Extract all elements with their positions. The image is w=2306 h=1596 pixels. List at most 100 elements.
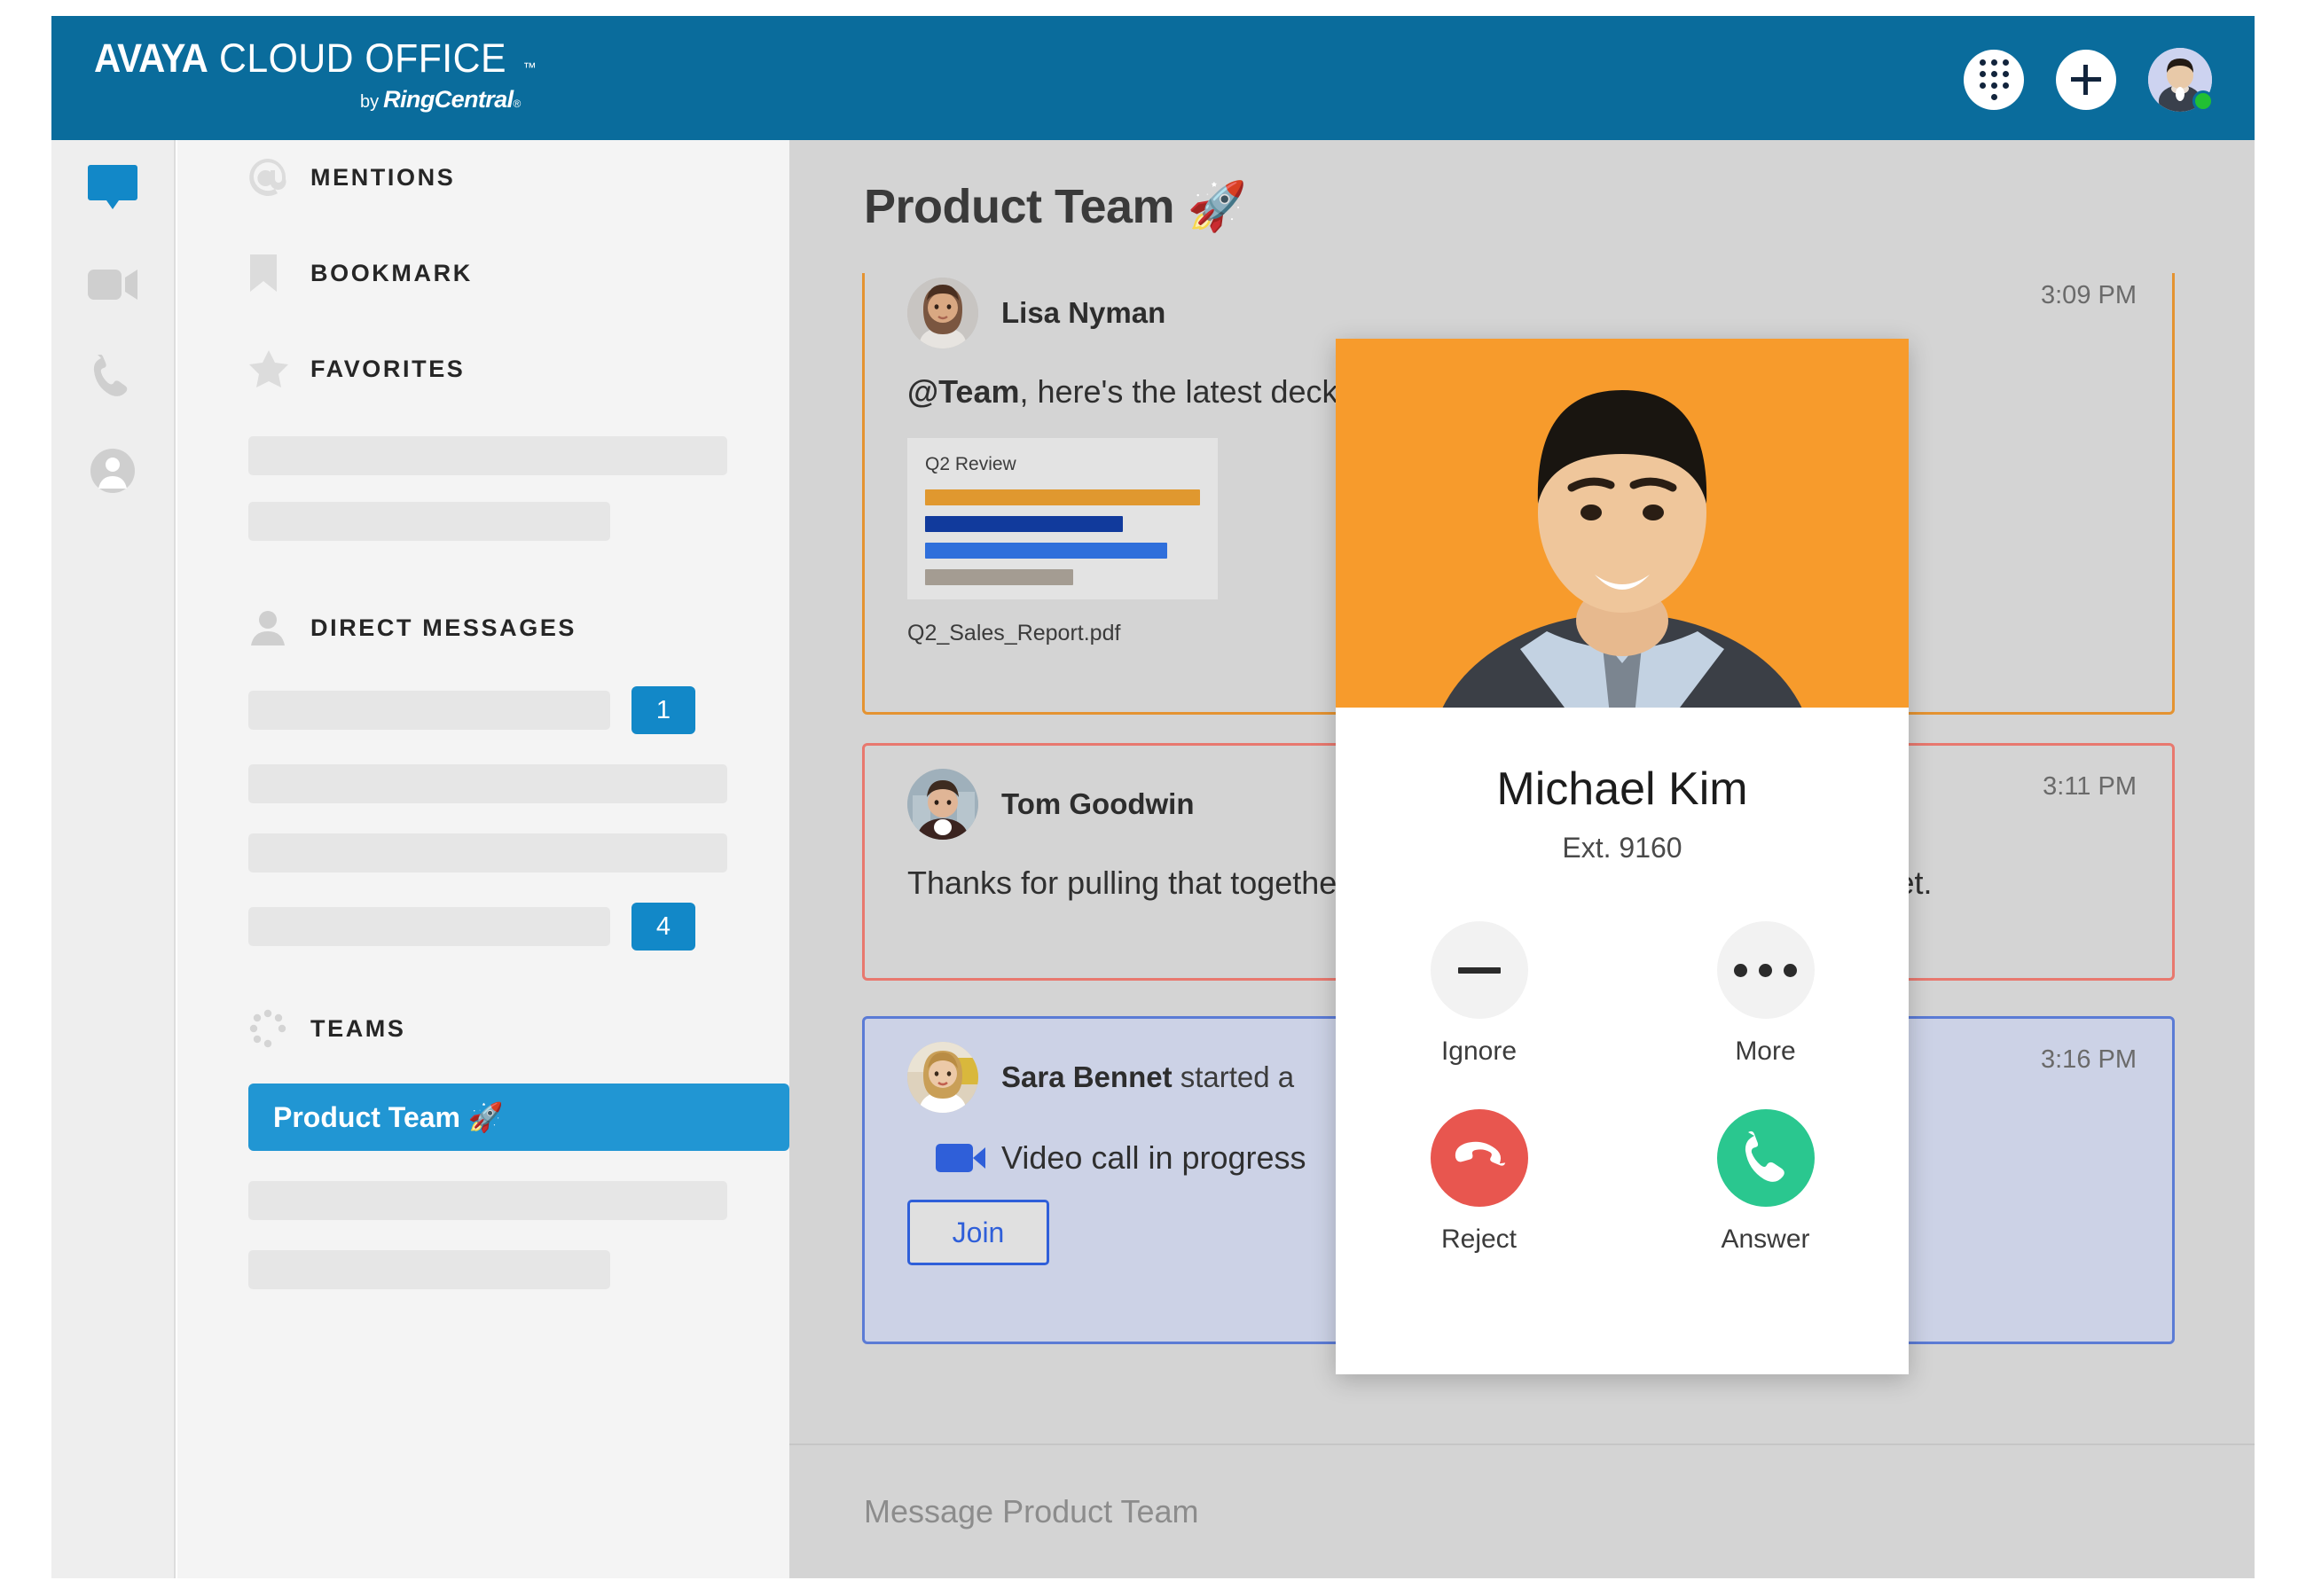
sidebar-placeholder-row[interactable] xyxy=(248,502,610,541)
contact-person-icon xyxy=(90,449,135,493)
reject-call-action[interactable]: Reject xyxy=(1336,1109,1622,1255)
teams-dots-icon xyxy=(248,1009,294,1048)
chart-title: Q2 Review xyxy=(925,454,1016,474)
phone-down-icon xyxy=(1455,1141,1505,1166)
dialpad-icon xyxy=(1979,59,2009,100)
incoming-call-popup[interactable]: Michael Kim Ext. 9160 Ignore More Reject… xyxy=(1336,339,1909,1374)
logo-cloud-office-text: CLOUD OFFICE xyxy=(218,35,506,81)
message-author: Sara Bennet started a xyxy=(1001,1060,1295,1093)
message-input-placeholder: Message Product Team xyxy=(864,1493,1199,1530)
more-button[interactable] xyxy=(1716,921,1815,1019)
more-label: More xyxy=(1735,1037,1796,1066)
answer-call-action[interactable]: Answer xyxy=(1622,1109,1909,1255)
profile-avatar-button[interactable] xyxy=(2148,48,2214,112)
person-icon xyxy=(248,608,294,647)
chart-bar xyxy=(925,543,1167,559)
sidebar: MENTIONS BOOKMARK FAVORITES DIRECT MESSA… xyxy=(177,140,789,1578)
minus-icon xyxy=(1457,966,1501,974)
logo-avaya-text: AVAYA xyxy=(94,35,208,81)
logo-ringcentral-text: RingCentral xyxy=(383,86,514,113)
lisa-nyman-photo-icon xyxy=(907,278,978,348)
message-text-rest: , here's the latest deck xyxy=(1019,373,1338,410)
message-bubble-icon xyxy=(88,165,137,209)
plus-icon xyxy=(2071,65,2101,95)
caller-name: Michael Kim xyxy=(1496,763,1748,815)
sidebar-item-favorites[interactable]: FAVORITES xyxy=(177,340,789,397)
registered-icon: ® xyxy=(513,98,522,110)
attachment-preview-chart[interactable]: Q2 Review xyxy=(907,438,1218,599)
chart-bar xyxy=(925,516,1124,532)
sara-bennet-photo-icon xyxy=(907,1042,978,1113)
answer-label: Answer xyxy=(1721,1224,1810,1254)
rail-item-message[interactable] xyxy=(83,158,142,216)
ignore-label: Ignore xyxy=(1440,1037,1518,1066)
video-camera-icon xyxy=(936,1144,985,1172)
video-call-status-label: Video call in progress xyxy=(1001,1139,1306,1176)
message-header: Lisa Nyman xyxy=(865,273,2172,348)
reject-button[interactable] xyxy=(1430,1109,1528,1207)
sidebar-item-label: Product Team 🚀 xyxy=(273,1101,504,1133)
message-composer[interactable]: Message Product Team xyxy=(789,1443,2255,1578)
list-item[interactable] xyxy=(248,764,727,803)
phone-up-icon xyxy=(1745,1130,1784,1182)
sidebar-item-label: MENTIONS xyxy=(310,163,456,191)
sidebar-item-bookmark[interactable]: BOOKMARK xyxy=(177,245,789,301)
ellipsis-icon xyxy=(1734,963,1797,977)
michael-kim-photo-icon xyxy=(1336,339,1909,708)
sidebar-section-label: DIRECT MESSAGES xyxy=(310,614,577,641)
join-call-button[interactable]: Join xyxy=(907,1200,1049,1265)
brand-logo: AVAYA CLOUD OFFICE ™ by RingCentral ® xyxy=(94,35,537,113)
caller-extension: Ext. 9160 xyxy=(1562,832,1682,864)
avatar xyxy=(907,769,978,840)
answer-button[interactable] xyxy=(1716,1109,1815,1207)
phone-handset-icon xyxy=(93,355,128,396)
sidebar-item-label: BOOKMARK xyxy=(310,259,473,286)
sidebar-item-mentions[interactable]: MENTIONS xyxy=(177,149,789,206)
rail-item-video[interactable] xyxy=(83,255,142,314)
unread-badge[interactable]: 4 xyxy=(631,903,695,951)
sidebar-item-label: FAVORITES xyxy=(310,355,466,382)
list-item[interactable] xyxy=(248,1250,610,1289)
call-action-group: Ignore More Reject Answer xyxy=(1336,921,1909,1255)
list-item[interactable]: 4 xyxy=(177,903,789,951)
message-timestamp: 3:11 PM xyxy=(2043,772,2137,801)
mention-token: @Team xyxy=(907,373,1020,410)
app-header: AVAYA CLOUD OFFICE ™ by RingCentral ® xyxy=(51,16,2255,140)
list-item[interactable] xyxy=(248,1181,727,1220)
rail-item-contacts[interactable] xyxy=(83,442,142,500)
sidebar-section-label: TEAMS xyxy=(310,1014,406,1042)
dialpad-button[interactable] xyxy=(1964,50,2024,110)
ignore-button[interactable] xyxy=(1430,921,1528,1019)
list-item[interactable] xyxy=(248,833,727,872)
message-timestamp: 3:16 PM xyxy=(2041,1045,2137,1074)
message-timestamp: 3:09 PM xyxy=(2041,281,2137,309)
bookmark-icon xyxy=(248,253,294,293)
app-window: AVAYA CLOUD OFFICE ™ by RingCentral ® ME… xyxy=(51,16,2255,1578)
rail-item-phone[interactable] xyxy=(83,348,142,407)
list-item[interactable]: 1 xyxy=(177,686,789,734)
caller-photo xyxy=(1336,339,1909,708)
sidebar-section-teams[interactable]: TEAMS xyxy=(177,1000,789,1057)
message-author: Tom Goodwin xyxy=(1001,787,1195,820)
at-sign-icon xyxy=(248,157,294,198)
logo-by-text: by xyxy=(360,92,380,112)
presence-available-icon xyxy=(2192,90,2214,112)
add-button[interactable] xyxy=(2056,50,2116,110)
trademark-icon: ™ xyxy=(522,60,537,75)
icon-rail xyxy=(51,140,176,1578)
chart-bar xyxy=(925,569,1074,585)
unread-badge[interactable]: 1 xyxy=(631,686,695,734)
sidebar-placeholder-row[interactable] xyxy=(248,436,727,475)
avatar xyxy=(907,278,978,348)
video-camera-icon xyxy=(88,270,137,300)
sidebar-item-product-team[interactable]: Product Team 🚀 xyxy=(248,1084,789,1151)
conversation-header: Product Team 🚀 xyxy=(789,140,2255,273)
ignore-call-action[interactable]: Ignore xyxy=(1336,921,1622,1067)
chart-bar xyxy=(925,489,1200,505)
message-author: Lisa Nyman xyxy=(1001,296,1166,329)
avatar xyxy=(907,1042,978,1113)
more-call-action[interactable]: More xyxy=(1622,921,1909,1067)
sidebar-section-direct-messages[interactable]: DIRECT MESSAGES xyxy=(177,599,789,656)
page-title: Product Team 🚀 xyxy=(864,179,1247,233)
star-icon xyxy=(248,349,294,388)
